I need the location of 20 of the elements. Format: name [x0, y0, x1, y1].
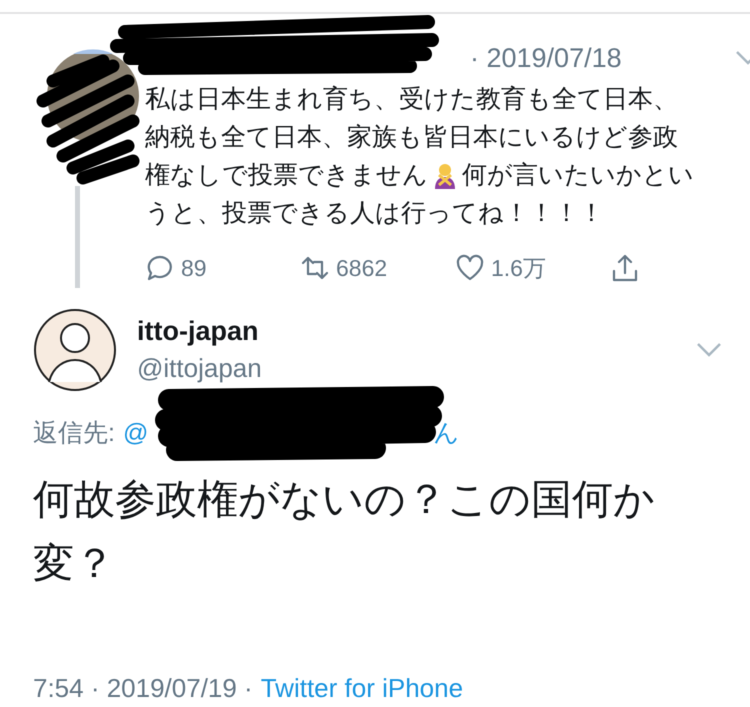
heart-icon[interactable] [455, 253, 485, 283]
source-link[interactable]: Twitter for iPhone [260, 673, 464, 704]
tweet-date: · 2019/07/18 [470, 42, 622, 74]
display-name[interactable]: itto-japan [137, 316, 676, 347]
share-icon[interactable] [610, 253, 640, 283]
reply-icon[interactable] [145, 253, 175, 283]
reply-to-label: 返信先: [33, 418, 115, 449]
tweet-text: 納税も全て日本、家族も皆日本にいるけど参政 [145, 122, 678, 153]
mention-link[interactable]: ん [433, 416, 460, 449]
user-handle[interactable]: @ittojapan [137, 353, 676, 384]
tweet-text: 何故参政権がないの？この国何か変？ [33, 475, 656, 588]
stat-count: 89 [181, 254, 207, 282]
stat-count: 6862 [336, 254, 388, 282]
tweet-text: 私は日本生まれ育ち、受けた教育も全て日本、 [145, 84, 678, 115]
tweet-text: 何が言いたいかとい [462, 160, 694, 191]
tweet-time: 7:54 · 2019/07/19 · [33, 673, 253, 704]
mention-link[interactable]: @ [122, 419, 148, 448]
tweet-text: 権なしで投票できません [145, 160, 428, 191]
tweet-text: うと、投票できる人は行ってね！！！！ [145, 198, 604, 229]
stat-count: 1.6万 [491, 254, 546, 282]
